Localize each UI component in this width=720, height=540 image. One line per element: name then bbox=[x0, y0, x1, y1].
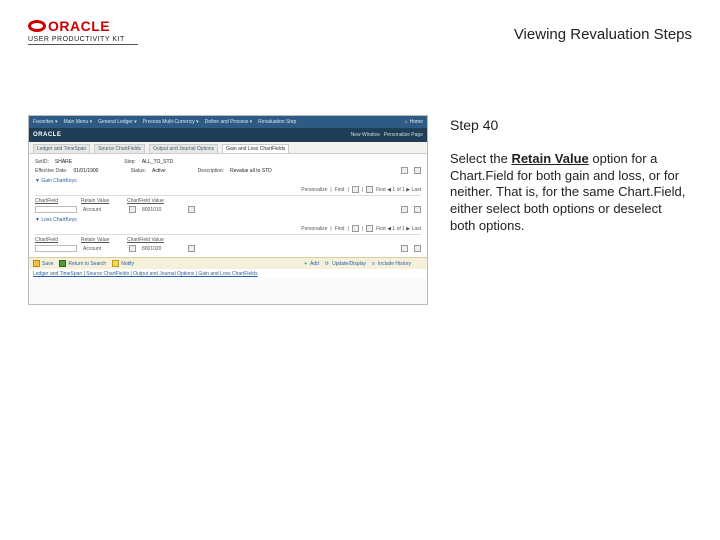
page-title: Viewing Revaluation Steps bbox=[514, 26, 692, 43]
embedded-screenshot: Favorites ▾ Main Menu ▾ General Ledger ▾… bbox=[28, 115, 428, 305]
app-brand-bar: ORACLE New Window Personalize Page bbox=[29, 128, 427, 142]
table-row: Account 8001010 bbox=[35, 206, 421, 213]
add-button[interactable]: Add bbox=[304, 261, 319, 267]
logo-block: ORACLE USER PRODUCTIVITY KIT bbox=[28, 18, 138, 45]
status-label: Status: bbox=[130, 168, 146, 174]
col-retain-value[interactable]: Retain Value bbox=[81, 237, 121, 243]
step-label: Step: bbox=[124, 159, 136, 165]
instruction-text: Select the Retain Value option for a Cha… bbox=[450, 151, 688, 234]
loss-chartfield-value: 8001020 bbox=[142, 246, 182, 252]
grid-nav[interactable]: First ◀ 1 of 1 ▶ Last bbox=[376, 226, 421, 232]
instr-keyword: Retain Value bbox=[511, 151, 588, 166]
home-icon: ⌂ bbox=[405, 119, 408, 125]
grid-download-icon[interactable] bbox=[366, 186, 373, 193]
grid-zoom-icon[interactable] bbox=[352, 186, 359, 193]
notify-icon bbox=[112, 260, 119, 267]
desc-value: Revalue all to STD bbox=[230, 168, 272, 174]
grid-personalize[interactable]: Personalize bbox=[301, 226, 327, 232]
col-chartfield[interactable]: ChartField bbox=[35, 198, 75, 204]
grid-download-icon[interactable] bbox=[366, 225, 373, 232]
grid-find[interactable]: Find bbox=[335, 187, 345, 193]
return-icon bbox=[59, 260, 66, 267]
breadcrumb-item[interactable]: General Ledger ▾ bbox=[98, 119, 137, 125]
col-chartfield-value[interactable]: ChartField Value bbox=[127, 237, 167, 243]
tab-strip: Ledger and TimeSpan Source ChartFields O… bbox=[29, 142, 427, 154]
footer-link[interactable]: Ledger and TimeSpan | Source ChartFields… bbox=[33, 271, 258, 277]
tab-source-chartfields[interactable]: Source ChartFields bbox=[94, 144, 145, 153]
breadcrumb-item[interactable]: Main Menu ▾ bbox=[63, 119, 92, 125]
save-button[interactable]: Save bbox=[33, 260, 53, 267]
table-row: Account 8001020 bbox=[35, 245, 421, 252]
footer-tab-links[interactable]: Ledger and TimeSpan | Source ChartFields… bbox=[29, 269, 427, 279]
content-row: Favorites ▾ Main Menu ▾ General Ledger ▾… bbox=[28, 115, 692, 305]
delete-row-icon[interactable] bbox=[414, 245, 421, 252]
step-value: ALL_TO_STD bbox=[142, 159, 173, 165]
desc-label: Description: bbox=[198, 168, 224, 174]
lookup-icon[interactable] bbox=[188, 206, 195, 213]
delete-row-icon[interactable] bbox=[414, 206, 421, 213]
grid-find[interactable]: Find bbox=[335, 226, 345, 232]
oracle-logo: ORACLE bbox=[28, 18, 138, 34]
brand-bar-links: New Window Personalize Page bbox=[351, 132, 423, 138]
update-display-button[interactable]: Update/Display bbox=[325, 261, 366, 267]
app-breadcrumb-bar: Favorites ▾ Main Menu ▾ General Ledger ▾… bbox=[29, 116, 427, 128]
new-window-link[interactable]: New Window bbox=[351, 132, 380, 138]
breadcrumb-item[interactable]: Revaluation Step bbox=[258, 119, 296, 125]
gain-chartfield-value: 8001010 bbox=[142, 207, 182, 213]
oracle-o-icon bbox=[28, 20, 46, 32]
chartfield-select[interactable] bbox=[35, 206, 77, 213]
instruction-column: Step 40 Select the Retain Value option f… bbox=[450, 115, 688, 234]
return-to-search-button[interactable]: Return to Search bbox=[59, 260, 106, 267]
setid-value: SHARE bbox=[55, 159, 72, 165]
lookup-icon[interactable] bbox=[188, 245, 195, 252]
effdate-value: 01/01/1900 bbox=[73, 168, 98, 174]
breadcrumb-item[interactable]: Favorites ▾ bbox=[33, 119, 57, 125]
breadcrumb-item[interactable]: Define and Process ▾ bbox=[205, 119, 253, 125]
grid-zoom-icon[interactable] bbox=[352, 225, 359, 232]
instr-pre: Select the bbox=[450, 151, 511, 166]
tab-ledger-timespan[interactable]: Ledger and TimeSpan bbox=[33, 144, 90, 153]
notify-button[interactable]: Notify bbox=[112, 260, 134, 267]
personalize-page-link[interactable]: Personalize Page bbox=[384, 132, 423, 138]
add-row-icon[interactable] bbox=[401, 206, 408, 213]
grid-personalize[interactable]: Personalize bbox=[301, 187, 327, 193]
save-icon bbox=[33, 260, 40, 267]
include-history-button[interactable]: Include History bbox=[372, 261, 411, 267]
action-bar: Save Return to Search Notify Add Update/… bbox=[29, 257, 427, 269]
form-body: SetID: SHARE Step: ALL_TO_STD Effective … bbox=[29, 154, 427, 257]
account-value: Account bbox=[83, 246, 123, 252]
tab-gain-loss-chartfields[interactable]: Gain and Loss ChartFields bbox=[222, 144, 289, 153]
oracle-brand: ORACLE bbox=[33, 132, 61, 138]
delete-row-icon[interactable] bbox=[414, 167, 421, 174]
upk-subtitle: USER PRODUCTIVITY KIT bbox=[28, 36, 138, 45]
step-number: Step 40 bbox=[450, 117, 688, 133]
col-chartfield-value[interactable]: ChartField Value bbox=[127, 198, 167, 204]
status-value: Active bbox=[152, 168, 166, 174]
retain-value-checkbox[interactable] bbox=[129, 245, 136, 252]
account-value: Account bbox=[83, 207, 123, 213]
section-gain-chartkeys[interactable]: Gain ChartKeys bbox=[35, 178, 421, 184]
add-row-icon[interactable] bbox=[401, 245, 408, 252]
header: ORACLE USER PRODUCTIVITY KIT Viewing Rev… bbox=[28, 18, 692, 45]
slide: ORACLE USER PRODUCTIVITY KIT Viewing Rev… bbox=[0, 0, 720, 540]
oracle-word: ORACLE bbox=[48, 18, 110, 34]
effdate-label: Effective Date: bbox=[35, 168, 67, 174]
breadcrumb-item[interactable]: Process Multi-Currency ▾ bbox=[143, 119, 199, 125]
section-loss-chartkeys[interactable]: Loss ChartKeys bbox=[35, 217, 421, 223]
grid-nav[interactable]: First ◀ 1 of 1 ▶ Last bbox=[376, 187, 421, 193]
col-retain-value[interactable]: Retain Value bbox=[81, 198, 121, 204]
col-chartfield[interactable]: ChartField bbox=[35, 237, 75, 243]
chartfield-select[interactable] bbox=[35, 245, 77, 252]
home-link[interactable]: ⌂ Home bbox=[405, 119, 423, 125]
home-label: Home bbox=[410, 119, 423, 125]
add-row-icon[interactable] bbox=[401, 167, 408, 174]
retain-value-checkbox[interactable] bbox=[129, 206, 136, 213]
setid-label: SetID: bbox=[35, 159, 49, 165]
tab-output-journal[interactable]: Output and Journal Options bbox=[149, 144, 218, 153]
